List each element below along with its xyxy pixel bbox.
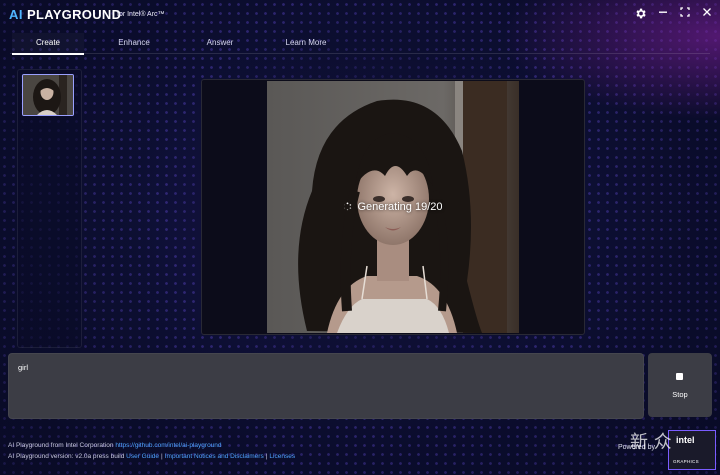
footer: AI Playground from Intel Corporation htt… (8, 440, 295, 462)
tabs-divider (10, 53, 710, 54)
app-logo-name: PLAYGROUND (27, 7, 122, 22)
title-bar: AI PLAYGROUND for Intel® Arc™ (0, 0, 720, 30)
generation-status: Generating 19/20 (202, 201, 584, 213)
history-thumbnail[interactable] (22, 74, 74, 116)
footer-line1-text: AI Playground from Intel Corporation (8, 442, 114, 449)
app-window: AI PLAYGROUND for Intel® Arc™ Create Enh… (0, 0, 720, 475)
tab-enhance[interactable]: Enhance (98, 33, 170, 53)
gear-icon[interactable] (633, 7, 647, 21)
intel-graphics-badge: intel GRAPHICS (668, 430, 716, 470)
user-guide-link[interactable]: User Guide (126, 453, 159, 460)
watermark: 新 众 (630, 432, 672, 453)
graphics-label: GRAPHICS (673, 459, 699, 464)
github-link[interactable]: https://github.com/intel/ai-playground (115, 442, 221, 449)
app-logo-ai: AI (9, 7, 23, 22)
minimize-icon[interactable] (656, 7, 670, 21)
maximize-icon[interactable] (678, 7, 692, 21)
tab-answer[interactable]: Answer (184, 33, 256, 53)
stop-button[interactable]: Stop (648, 353, 712, 417)
generation-status-text: Generating 19/20 (357, 201, 443, 213)
loading-spinner-icon (343, 202, 352, 211)
licenses-link[interactable]: Licenses (269, 453, 295, 460)
close-icon[interactable] (700, 7, 714, 21)
image-viewer: Generating 19/20 (201, 79, 585, 335)
stop-icon (676, 373, 683, 380)
intel-logo: intel (676, 435, 695, 445)
stop-button-label: Stop (672, 390, 688, 399)
main-tabs: Create Enhance Answer Learn More (10, 33, 710, 55)
prompt-input-value: girl (18, 363, 29, 372)
history-panel (17, 69, 82, 348)
tab-create[interactable]: Create (12, 33, 84, 55)
footer-version-text: AI Playground version: v2.0a press build (8, 453, 125, 460)
prompt-input[interactable]: girl (8, 353, 644, 419)
app-logo-subtitle: for Intel® Arc™ (117, 11, 165, 18)
tab-learn-more[interactable]: Learn More (270, 33, 342, 53)
notices-link[interactable]: Important Notices and Disclaimers (165, 453, 264, 460)
